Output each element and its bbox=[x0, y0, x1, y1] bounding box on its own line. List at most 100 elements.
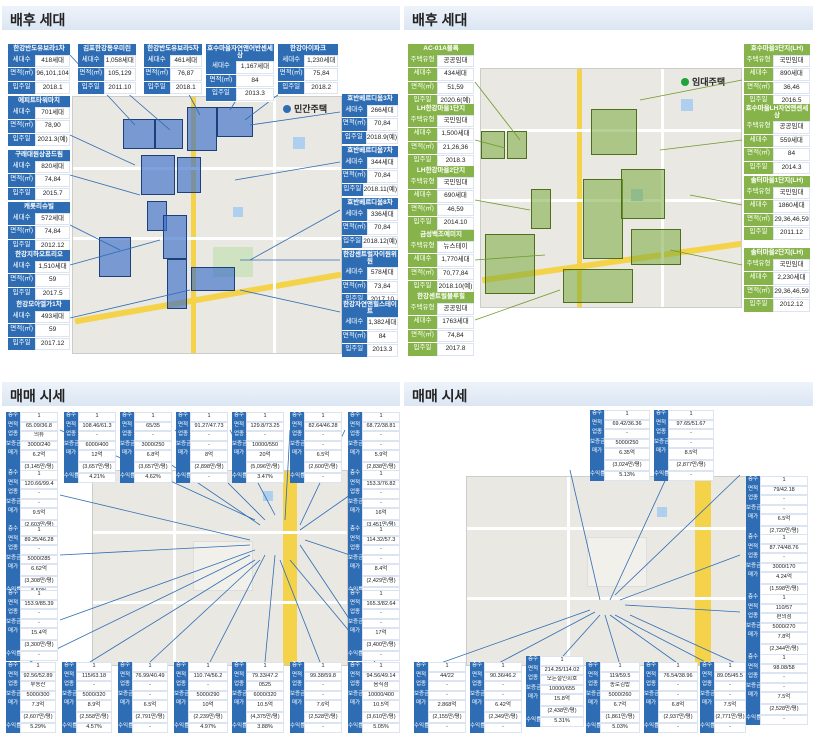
price-card[interactable]: 층수 1 면적 90.36/46.2 업종 - 보증금 - 매가 6.42억 (2,349만/평) 수… bbox=[470, 662, 522, 733]
map-bottom-left[interactable] bbox=[92, 470, 348, 666]
price-key: 매가 bbox=[290, 450, 304, 462]
price-card[interactable]: 층수 1 면적 108.46/61.3 업종 - 보증금 6000/400 매가 12억 (3,65… bbox=[64, 412, 116, 483]
complex-info-box[interactable]: LH한강마을2단지 주택유형 국민임대 세대수 690세대 면적(㎡) 46,59 입주일 20… bbox=[408, 166, 474, 231]
price-key: 업종 bbox=[526, 675, 540, 685]
price-value: 1 bbox=[604, 410, 650, 420]
price-card[interactable]: 층수 1 면적 82.64/46.28 업종 - 보증금 - 매가 6.5억 (2,600만/평) 수… bbox=[290, 412, 342, 483]
price-value: 115/63.18 bbox=[76, 671, 112, 681]
info-row: 면적(㎡) 75,84 bbox=[278, 68, 338, 82]
price-card[interactable]: 층수 1 면적 97.65/51.67 업종 - 보증금 - 매가 8.5억 (2,877만/평) 수… bbox=[654, 410, 714, 481]
info-value: 418세대 bbox=[35, 54, 70, 67]
price-row: 매가 6.5억 bbox=[290, 450, 342, 462]
price-row: 수익률 3.88% bbox=[232, 723, 284, 733]
price-card[interactable]: 층수 1 면적 89.05/45.5 업종 - 보증금 - 매가 7.5억 (2,771만/평) 수익… bbox=[700, 662, 746, 733]
price-key: 매가 bbox=[644, 700, 658, 712]
price-card[interactable]: 층수 1 면적 91.27/47.73 업종 - 보증금 - 매가 8억 (2,898만/평) 수익률… bbox=[176, 412, 228, 483]
legend-private-label: 민간주택 bbox=[294, 104, 328, 114]
complex-info-box[interactable]: 호수마을자연앤어반센세상 세대수 1,167세대 면적(㎡) 84 입주일 2013.3 bbox=[206, 44, 274, 102]
complex-info-box[interactable]: 호반베르디움8차 세대수 336세대 면적(㎡) 70,84 입주일 2018.12(예) bbox=[342, 198, 398, 249]
price-row: 면적 99.38/59.8 bbox=[290, 671, 342, 681]
price-card[interactable]: 층수 1 면적 79.33/47.2 업종 0525 보증금 6000/320 매가 10.5억(… bbox=[232, 662, 284, 733]
info-value: 46,59 bbox=[437, 203, 474, 216]
map-top-left[interactable]: 민간주택 bbox=[72, 96, 342, 354]
price-value: (2,791만/평) bbox=[132, 711, 168, 723]
price-card[interactable]: 층수 1 면적 99.38/59.8 업종 - 보증금 - 매가 7.6억 (2,528만/평) 수익… bbox=[290, 662, 342, 733]
price-key: 수익률 bbox=[746, 715, 761, 725]
price-key: 층수 bbox=[644, 662, 658, 672]
complex-info-box[interactable]: 캐롯리슈빌 세대수 572세대 면적(㎡) 74,84 입주일 2012.12 bbox=[8, 202, 70, 253]
complex-info-box[interactable]: 김포한강동우미린 세대수 1,058세대 면적(㎡) 105,129 입주일 2011.10 bbox=[78, 44, 136, 95]
price-card[interactable]: 층수 1 면적 115/63.18 업종 - 보증금 5000/320 매가 8.9억 (2,558… bbox=[62, 662, 112, 733]
price-key: 면적 bbox=[290, 671, 304, 681]
price-value: 4.97% bbox=[188, 723, 228, 733]
complex-name: 김포한강동우미린 bbox=[78, 44, 136, 55]
price-card[interactable]: 층수 1 면적 76.99/40.49 업종 - 보증금 - 매가 6.5억 (2,791만/평) 수… bbox=[118, 662, 168, 733]
price-card[interactable]: 층수 1 면적 165.3/82.64 업종 - 보증금 - 매가 17억 (3,400만/평) 수익… bbox=[348, 590, 400, 661]
info-key: 면적(㎡) bbox=[342, 170, 367, 183]
price-value: - bbox=[428, 723, 466, 733]
info-row: 입주일 2018.11(예) bbox=[342, 183, 398, 197]
complex-info-box[interactable]: 호수마을3단지(LH) 주택유형 국민임대 세대수 890세대 면적(㎡) 36,46 입주일… bbox=[744, 44, 810, 109]
price-key bbox=[348, 711, 362, 723]
complex-info-box[interactable]: LH한강마을1단지 주택유형 국민임대 세대수 1,500세대 면적(㎡) 21,26,36… bbox=[408, 104, 474, 169]
price-row: 보증금 - bbox=[470, 690, 522, 700]
info-key: 면적(㎡) bbox=[408, 141, 438, 154]
price-key: 보증금 bbox=[590, 438, 605, 448]
price-card[interactable]: 층수 1 면적 94.56/49.14 업종 음식점 보증금 10000/400 매가 10.5억… bbox=[348, 662, 400, 733]
price-key: 매가 bbox=[348, 628, 362, 640]
price-key: 면적 bbox=[470, 671, 484, 681]
complex-info-box[interactable]: 호반베르디움3차 세대수 266세대 면적(㎡) 70,84 입주일 2018.9(예) bbox=[342, 94, 398, 145]
price-row: 보증금 3000/240 bbox=[6, 440, 58, 450]
map-bottom-right[interactable] bbox=[466, 476, 756, 666]
price-card[interactable]: 층수 1 면적 69.42/36.36 업종 - 보증금 5000/250 매가 6.35억 (3,… bbox=[590, 410, 650, 481]
price-row: 면적 79.33/47.2 bbox=[232, 671, 284, 681]
complex-info-box[interactable]: 한강자연앤힐스테이트 세대수 1,382세대 면적(㎡) 84 입주일 2013.3 bbox=[342, 300, 398, 358]
info-key: 입주일 bbox=[8, 133, 36, 146]
price-card[interactable]: 층수1면적114.32/57.3업종-보증금-매가8.4억(2,429만/평)수… bbox=[348, 526, 400, 597]
complex-info-box[interactable]: 한강모아엘가1차 세대수 493세대 면적(㎡) 59 입주일 2017.12 bbox=[8, 300, 70, 351]
price-card[interactable]: 층수 1 면적 44/22 업종 - 보증금 - 매가 2.868억 (2,155만/평) 수익률 - bbox=[414, 662, 466, 733]
complex-info-box[interactable]: AC-01A블록 주택유형 공공임대 세대수 434세대 면적(㎡) 51,59 입주일 202… bbox=[408, 44, 474, 109]
info-key: 주택유형 bbox=[408, 114, 438, 127]
price-card[interactable]: 층수 1 면적 110.74/56.2 업종 - 보증금 5000/290 매가 10억 (2,23… bbox=[174, 662, 228, 733]
price-card[interactable]: 층수 1 면적 98.08/58 업종 - 보증금 - 매가 7.5억 (2,528만/평) 수익률 - bbox=[746, 654, 808, 725]
price-card[interactable]: 층수 1 면적 65/35 업종 - 보증금 3000/250 매가 6.8억 (3,657만/평)… bbox=[120, 412, 172, 483]
price-card[interactable]: 층수 1 면적 89.25/46.28 업종 - 보증금 5000/285 매가 6.62억 (3,… bbox=[6, 526, 58, 597]
complex-info-box[interactable]: 호반베르디움7차 세대수 344세대 면적(㎡) 70,84 입주일 2018.11(예) bbox=[342, 146, 398, 197]
complex-info-box[interactable]: 솔터마을1단지(LH) 주택유형 국민임대 세대수 1860세대 면적(㎡) 29,36,4… bbox=[744, 176, 810, 241]
price-key: 수익률 bbox=[176, 473, 191, 483]
price-value: 1 bbox=[304, 412, 342, 422]
complex-info-box[interactable]: 한강센트럴블루힐 주택유형 공공임대 세대수 1763세대 면적(㎡) 74,84 입주일 20… bbox=[408, 292, 474, 357]
complex-info-box[interactable]: 한강반도유보라1차 세대수 418세대 면적(㎡) 96,101,104 입주일 2018.… bbox=[8, 44, 70, 95]
info-row: 세대수 493세대 bbox=[8, 310, 70, 324]
complex-info-box[interactable]: 한강아이파크 세대수 1,230세대 면적(㎡) 75,84 입주일 2018.2 bbox=[278, 44, 338, 95]
complex-info-box[interactable]: 한강센트럴자이원위원세대수578세대면적(㎡)73,84입주일2017.10 bbox=[342, 250, 398, 308]
complex-info-box[interactable]: 금성백조예미지 주택유형 뉴스테이 세대수 1,770세대 면적(㎡) 70,77,84 입주… bbox=[408, 230, 474, 295]
price-value: 1 bbox=[246, 662, 284, 672]
price-card[interactable]: 층수 1 면적 214.25/114.02 업종 모든절인회호 보증금 10000/655 매가… bbox=[526, 656, 584, 727]
complex-info-box[interactable]: 한강반도유보라5차 세대수 461세대 면적(㎡) 76,87 입주일 2018.1 bbox=[144, 44, 202, 95]
complex-info-box[interactable]: 에피트타워마치 세대수 701세대 면적(㎡) 78,90 입주일 2021.3(예) bbox=[8, 96, 70, 147]
price-value: 165.3/82.64 bbox=[362, 599, 400, 609]
info-row: 세대수 1,500세대 bbox=[408, 128, 474, 142]
price-key: 보증금 bbox=[118, 690, 133, 700]
price-card[interactable]: 층수 1 면적 92.56/52.89 업종 부동산 보증금 5000/300 매가 7.3억 (2… bbox=[6, 662, 56, 733]
price-key: 매가 bbox=[348, 508, 362, 520]
price-value: 10000/550 bbox=[246, 440, 284, 450]
price-key: 업종 bbox=[348, 545, 362, 555]
price-value: 부동산 bbox=[20, 681, 56, 691]
price-value: 1 bbox=[760, 594, 808, 604]
map-top-right[interactable]: 임대주택 bbox=[480, 68, 742, 308]
price-card[interactable]: 층수 1 면적 76.54/38.96 업종 - 보증금 - 매가 6.8억 (2,937만/평) 수… bbox=[644, 662, 698, 733]
price-card[interactable]: 층수 1 면적 129.8/73.25 업종 - 보증금 10000/550 매가 20억 (5,0… bbox=[232, 412, 284, 483]
price-card[interactable]: 층수 1 면적 153.9/85.39 업종 - 보증금 - 매가 15.4억 (3,300만/평)… bbox=[6, 590, 58, 661]
info-key: 면적(㎡) bbox=[8, 120, 36, 133]
price-card[interactable]: 층수 1 면적 119/59.5 업종 종로김밥 보증금 5000/260 매가 6.7억 (1,8… bbox=[586, 662, 640, 733]
price-row: (2,791만/평) bbox=[118, 711, 168, 723]
info-value: 51,59 bbox=[437, 81, 474, 94]
price-row: (3,610만/평) bbox=[348, 711, 400, 723]
complex-info-box[interactable]: 구래대원상공드림 세대수 820세대 면적(㎡) 74,84 입주일 2015.7 bbox=[8, 150, 70, 201]
complex-info-box[interactable]: 솔터마을2단지(LH) 주택유형 국민임대 세대수 2,230세대 면적(㎡) 29,36,… bbox=[744, 248, 810, 313]
complex-info-box[interactable]: 호수마을LH자연앤센세상 주택유형 공공임대 세대수 559세대 면적(㎡) 84 입주일 20… bbox=[744, 104, 810, 175]
complex-info-box[interactable]: 한강지하오트리오 세대수 1,510세대 면적(㎡) 59 입주일 2017.5 bbox=[8, 250, 70, 301]
